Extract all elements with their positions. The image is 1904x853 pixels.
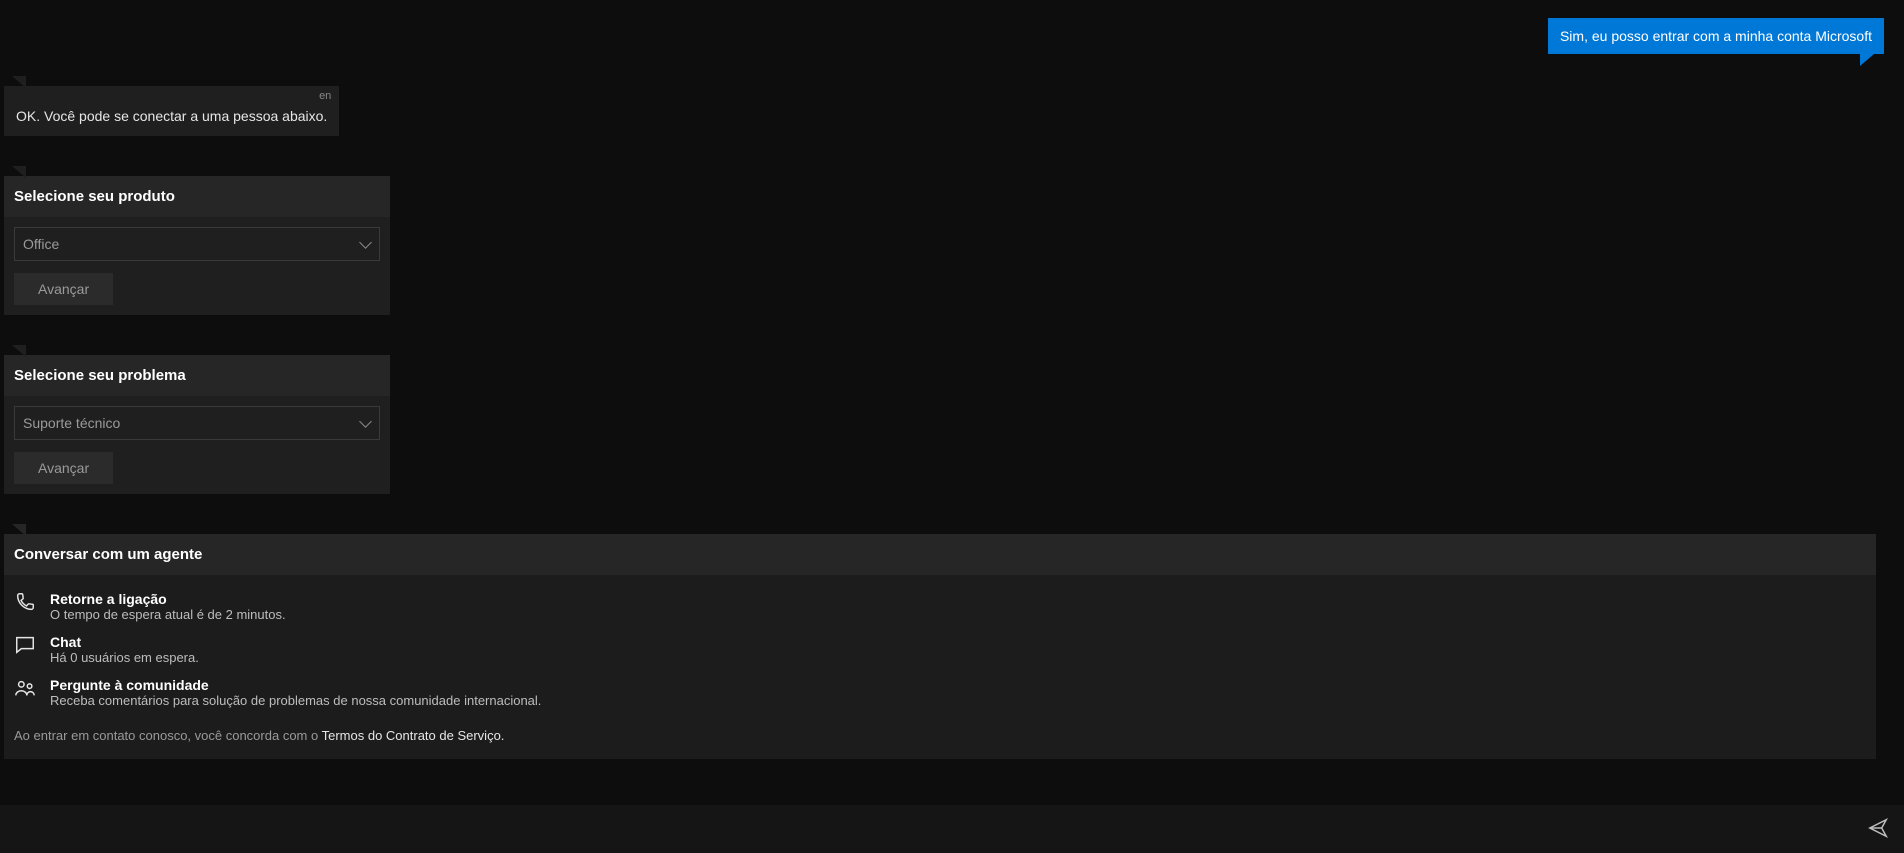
chat-title: Chat: [50, 634, 1866, 650]
send-icon: [1867, 817, 1889, 842]
talk-to-agent-panel: Conversar com um agente Retorne a ligaçã…: [4, 534, 1876, 759]
community-icon: [14, 677, 36, 699]
problem-select[interactable]: Suporte técnico: [14, 406, 380, 440]
product-select-wrap: Office: [14, 227, 380, 261]
user-message-text: Sim, eu posso entrar com a minha conta M…: [1560, 28, 1872, 44]
chat-scroll-area[interactable]: Sim, eu posso entrar com a minha conta M…: [0, 0, 1904, 805]
chat-texts: Chat Há 0 usuários em espera.: [50, 634, 1866, 665]
select-product-title: Selecione seu produto: [4, 176, 390, 217]
community-option[interactable]: Pergunte à comunidade Receba comentários…: [14, 671, 1866, 714]
callback-subtitle: O tempo de espera atual é de 2 minutos.: [50, 607, 1866, 622]
community-title: Pergunte à comunidade: [50, 677, 1866, 693]
select-product-card: Selecione seu produto Office Avançar: [4, 176, 390, 315]
bot-message-bubble: en OK. Você pode se conectar a uma pesso…: [4, 86, 339, 136]
message-input[interactable]: [0, 805, 1852, 853]
phone-icon: [14, 591, 36, 613]
problem-select-wrap: Suporte técnico: [14, 406, 380, 440]
terms-link[interactable]: Termos do Contrato de Serviço.: [322, 728, 505, 743]
product-next-button[interactable]: Avançar: [14, 273, 113, 305]
chat-option[interactable]: Chat Há 0 usuários em espera.: [14, 628, 1866, 671]
select-product-body: Office Avançar: [4, 217, 390, 315]
callback-option[interactable]: Retorne a ligação O tempo de espera atua…: [14, 585, 1866, 628]
community-subtitle: Receba comentários para solução de probl…: [50, 693, 1866, 708]
community-texts: Pergunte à comunidade Receba comentários…: [50, 677, 1866, 708]
product-select[interactable]: Office: [14, 227, 380, 261]
talk-to-agent-body: Retorne a ligação O tempo de espera atua…: [4, 575, 1876, 759]
language-tag: en: [4, 86, 339, 102]
message-input-bar: [0, 805, 1904, 853]
send-button[interactable]: [1852, 805, 1904, 853]
legal-prefix: Ao entrar em contato conosco, você conco…: [14, 728, 322, 743]
callback-title: Retorne a ligação: [50, 591, 1866, 607]
callback-texts: Retorne a ligação O tempo de espera atua…: [50, 591, 1866, 622]
chat-window: Sim, eu posso entrar com a minha conta M…: [0, 0, 1904, 853]
talk-to-agent-title: Conversar com um agente: [4, 534, 1876, 575]
select-problem-body: Suporte técnico Avançar: [4, 396, 390, 494]
legal-text: Ao entrar em contato conosco, você conco…: [14, 714, 1866, 743]
chat-subtitle: Há 0 usuários em espera.: [50, 650, 1866, 665]
user-message-bubble: Sim, eu posso entrar com a minha conta M…: [1548, 18, 1884, 54]
problem-next-button[interactable]: Avançar: [14, 452, 113, 484]
select-problem-title: Selecione seu problema: [4, 355, 390, 396]
bot-message-text: OK. Você pode se conectar a uma pessoa a…: [4, 102, 339, 136]
chat-icon: [14, 634, 36, 656]
select-problem-card: Selecione seu problema Suporte técnico A…: [4, 355, 390, 494]
